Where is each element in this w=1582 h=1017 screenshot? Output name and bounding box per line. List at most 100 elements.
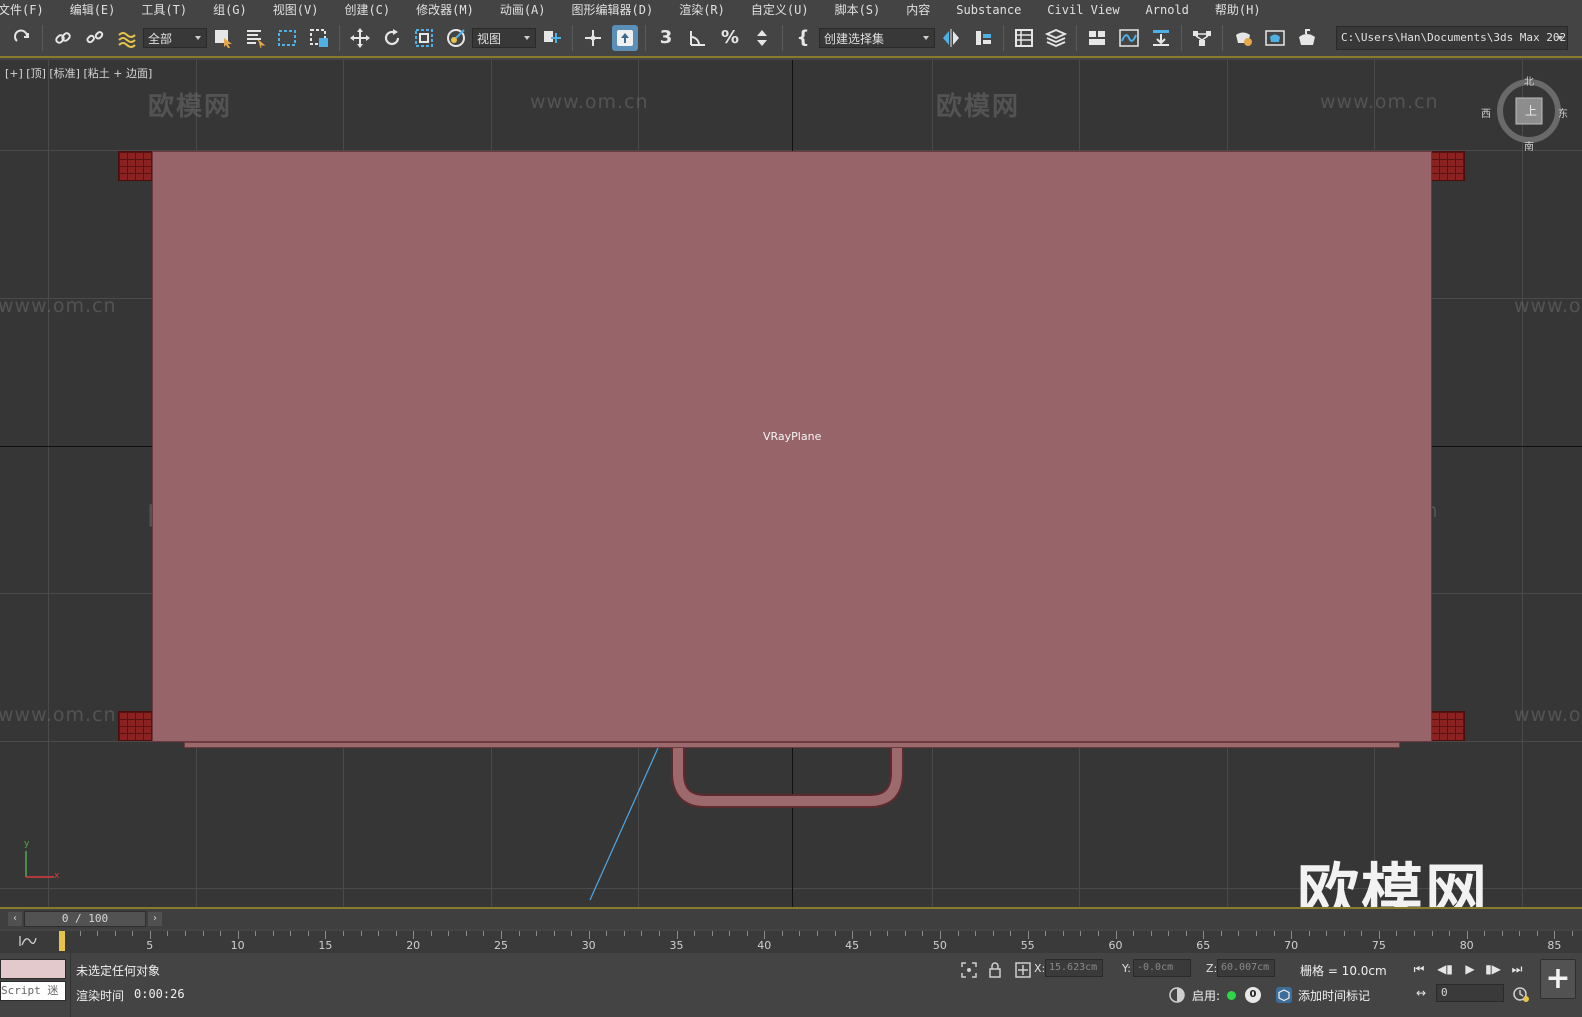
material-editor-button[interactable]	[1189, 25, 1215, 51]
next-frame-icon[interactable]: ▮▶	[1484, 961, 1502, 977]
time-slider-thumb[interactable]: 0 / 100	[24, 911, 146, 927]
adaptive-degradation-icon[interactable]	[1168, 986, 1186, 1004]
layer-explorer-button[interactable]	[1043, 25, 1069, 51]
go-to-end-icon[interactable]: ⏭	[1508, 961, 1526, 977]
time-slider-bar: ‹ 0 / 100 ›	[0, 907, 1582, 929]
frame-tick	[1396, 931, 1398, 936]
menu-item[interactable]: 图形编辑器(D)	[559, 0, 667, 20]
link-button[interactable]	[50, 25, 76, 51]
track-bar[interactable]: 0510152025303540455055606570758085	[0, 931, 1582, 953]
snaps-toggle-button[interactable]: 3	[653, 25, 679, 51]
time-configuration-icon[interactable]	[1512, 985, 1530, 1003]
redo-button[interactable]	[9, 25, 35, 51]
frame-tick	[325, 931, 327, 939]
named-selection-dropdown[interactable]: 创建选择集	[819, 28, 935, 48]
angle-snap-button[interactable]	[685, 25, 711, 51]
top-viewport[interactable]: 欧模网 www.om.cn 欧模网 www.om.cn www.om.cn 欧模…	[0, 60, 1582, 907]
scene-explorer-button[interactable]	[1011, 25, 1037, 51]
rectangular-selection-button[interactable]	[274, 25, 300, 51]
frame-tick-label: 65	[1196, 939, 1211, 952]
pivot-center-button[interactable]	[539, 25, 565, 51]
maxscript-listener-input[interactable]	[0, 959, 66, 979]
menu-item[interactable]: 帮助(H)	[1202, 0, 1274, 20]
toolbar-separator	[782, 25, 783, 51]
play-icon[interactable]: ▶	[1461, 961, 1479, 977]
menu-item[interactable]: 内容	[893, 0, 943, 20]
next-frame-arrow-icon[interactable]: ›	[148, 912, 162, 926]
edit-named-selection-button[interactable]: {	[790, 25, 816, 51]
key-mode-toggle-icon[interactable]: ↔	[1412, 985, 1430, 1001]
y-coord-field[interactable]: -0.0cm	[1133, 959, 1191, 977]
select-manipulate-button[interactable]	[580, 25, 606, 51]
frame-tick	[1220, 931, 1222, 936]
menu-item[interactable]: 创建(C)	[331, 0, 403, 20]
time-tag-cube-icon[interactable]	[1275, 986, 1293, 1004]
frame-tick	[149, 931, 151, 939]
menu-item[interactable]: 工具(T)	[128, 0, 200, 20]
menu-item[interactable]: 视图(V)	[260, 0, 332, 20]
percent-snap-button[interactable]: %	[717, 25, 743, 51]
rendered-frame-window-button[interactable]	[1262, 25, 1288, 51]
viewcube[interactable]: 上 北 南 西 东	[1481, 77, 1568, 153]
menu-item[interactable]: Civil View	[1034, 0, 1132, 20]
frame-tick	[307, 931, 309, 936]
frame-tick	[448, 931, 450, 936]
window-crossing-button[interactable]	[306, 25, 332, 51]
mirror-button[interactable]	[938, 25, 964, 51]
frame-tick	[536, 931, 538, 936]
previous-frame-arrow-icon[interactable]: ‹	[8, 912, 22, 926]
spinner-snap-button[interactable]	[749, 25, 775, 51]
selection-filter-value: 全部	[148, 31, 173, 46]
rotate-button[interactable]	[379, 25, 405, 51]
unlink-button[interactable]	[82, 25, 108, 51]
reference-coord-dropdown[interactable]: 视图	[472, 28, 536, 48]
percent-snap-label: %	[720, 27, 740, 48]
previous-frame-icon[interactable]: ◀▮	[1436, 961, 1454, 977]
menu-item[interactable]: 修改器(M)	[403, 0, 487, 20]
toggle-ribbon-button[interactable]	[1084, 25, 1110, 51]
keyboard-shortcut-override-button[interactable]	[612, 25, 638, 51]
mini-curve-editor-icon[interactable]	[18, 933, 40, 949]
render-production-button[interactable]	[1294, 25, 1320, 51]
menu-item[interactable]: 组(G)	[200, 0, 260, 20]
placement-button[interactable]	[443, 25, 469, 51]
absolute-mode-icon[interactable]	[1014, 961, 1032, 979]
menu-item[interactable]: 编辑(E)	[57, 0, 129, 20]
select-by-name-button[interactable]	[242, 25, 268, 51]
z-coord-field[interactable]: 60.007cm	[1217, 959, 1275, 977]
frame-tick	[255, 931, 257, 936]
menu-item[interactable]: Arnold	[1133, 0, 1202, 20]
frame-tick	[1308, 931, 1310, 936]
go-to-start-icon[interactable]: ⏮	[1410, 961, 1428, 977]
frame-tick-label: 60	[1108, 939, 1123, 952]
add-time-tag-button[interactable]: 添加时间标记	[1298, 987, 1370, 1004]
viewport-label[interactable]: [+] [顶] [标准] [粘土 + 边面]	[5, 65, 152, 81]
move-button[interactable]	[347, 25, 373, 51]
select-object-button[interactable]	[210, 25, 236, 51]
menu-item[interactable]: 文件(F)	[0, 0, 57, 20]
frame-tick-label: 70	[1284, 939, 1299, 952]
vray-plane-object[interactable]	[152, 151, 1432, 742]
menu-item[interactable]: 动画(A)	[487, 0, 559, 20]
maxscript-mini-listener[interactable]: Script 迷	[0, 981, 66, 1001]
curve-editor-button[interactable]	[1116, 25, 1142, 51]
current-frame-field[interactable]: 0	[1436, 984, 1504, 1002]
menu-item[interactable]: 脚本(S)	[822, 0, 894, 20]
render-setup-button[interactable]	[1230, 25, 1256, 51]
selection-lock-icon[interactable]	[986, 961, 1004, 979]
isolate-selection-icon[interactable]	[960, 961, 978, 979]
x-coord-field[interactable]: 15.623cm	[1045, 959, 1103, 977]
bind-space-warp-button[interactable]	[114, 25, 140, 51]
selection-filter-dropdown[interactable]: 全部	[143, 28, 207, 48]
schematic-view-button[interactable]	[1148, 25, 1174, 51]
menu-item[interactable]: 自定义(U)	[738, 0, 822, 20]
frame-tick-label: 20	[406, 939, 421, 952]
project-path-dropdown[interactable]: C:\Users\Han\Documents\3ds Max 2022	[1336, 26, 1568, 50]
auto-key-plus-button[interactable]: +	[1540, 959, 1576, 999]
menu-item[interactable]: Substance	[943, 0, 1034, 20]
align-button[interactable]	[970, 25, 996, 51]
frame-tick	[1414, 931, 1415, 936]
scale-button[interactable]	[411, 25, 437, 51]
current-frame-marker[interactable]	[59, 931, 65, 951]
menu-item[interactable]: 渲染(R)	[666, 0, 738, 20]
